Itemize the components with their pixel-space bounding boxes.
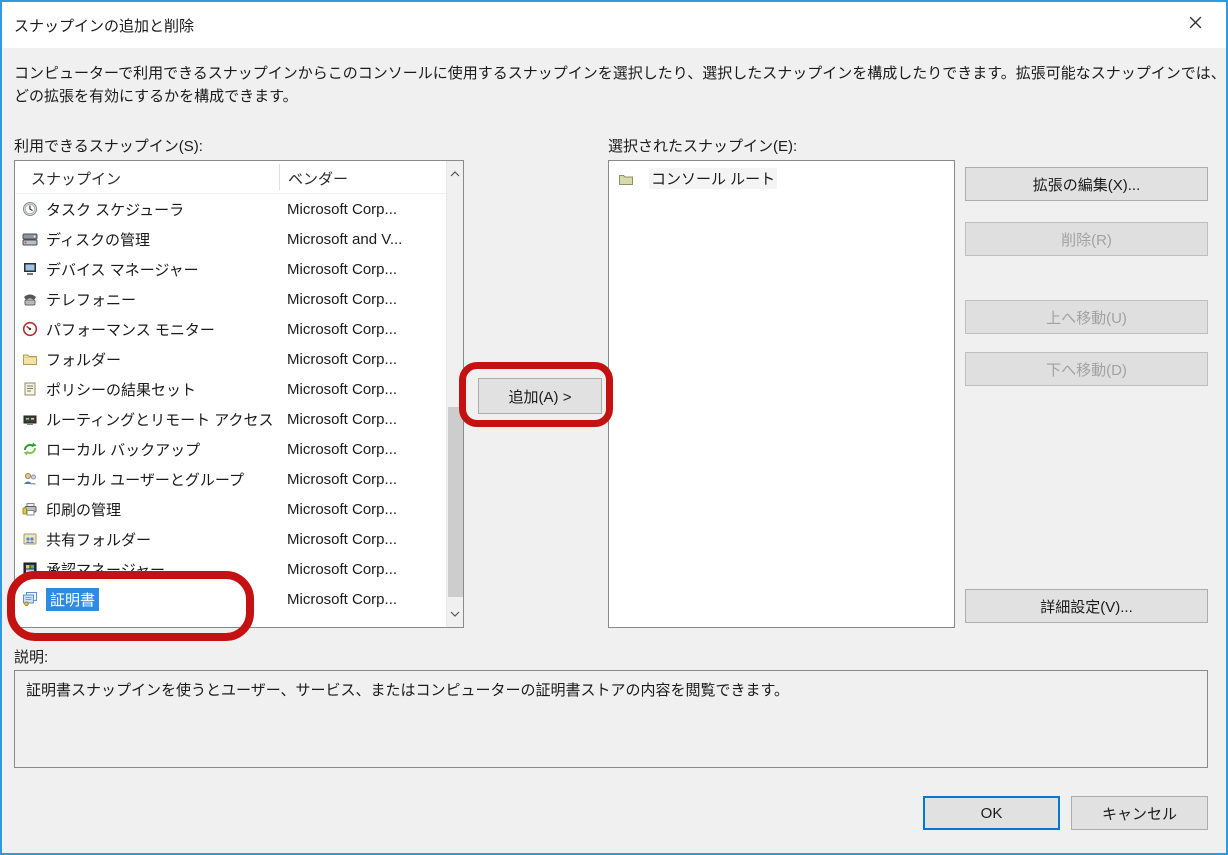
list-item-disk-management[interactable]: ディスクの管理 Microsoft and V... xyxy=(15,224,446,254)
users-icon xyxy=(22,471,40,487)
list-item-performance-monitor[interactable]: パフォーマンス モニター Microsoft Corp... xyxy=(15,314,446,344)
snapin-name: ローカル ユーザーとグループ xyxy=(46,469,244,490)
close-icon xyxy=(1188,15,1203,35)
snapin-vendor: Microsoft Corp... xyxy=(287,531,397,548)
clock-icon xyxy=(22,201,40,217)
list-item-authorization-manager[interactable]: 承認マネージャー Microsoft Corp... xyxy=(15,554,446,584)
remove-button: 削除(R) xyxy=(965,222,1208,256)
snapin-vendor: Microsoft Corp... xyxy=(287,201,397,218)
snapin-vendor: Microsoft Corp... xyxy=(287,471,397,488)
snapin-name-selected: 証明書 xyxy=(46,588,99,611)
snapin-name: フォルダー xyxy=(46,349,121,370)
list-item-shared-folders[interactable]: 共有フォルダー Microsoft Corp... xyxy=(15,524,446,554)
console-folder-icon xyxy=(618,171,636,187)
snapin-vendor: Microsoft and V... xyxy=(287,231,402,248)
description-label: 説明: xyxy=(14,646,48,667)
edit-extensions-button[interactable]: 拡張の編集(X)... xyxy=(965,167,1208,201)
snapin-name: パフォーマンス モニター xyxy=(46,319,215,340)
description-text: 証明書スナップインを使うとユーザー、サービス、またはコンピューターの証明書ストア… xyxy=(26,679,1196,700)
scrollbar-thumb[interactable] xyxy=(448,407,463,597)
add-button[interactable]: 追加(A) > xyxy=(478,378,602,414)
snapin-name: ルーティングとリモート アクセス xyxy=(46,409,274,430)
snapin-name: ポリシーの結果セット xyxy=(46,379,196,400)
dialog-title: スナップインの追加と削除 xyxy=(14,15,194,36)
available-snapins-label: 利用できるスナップイン(S): xyxy=(14,135,203,156)
selected-snapins-list[interactable]: コンソール ルート xyxy=(608,160,955,628)
list-item-task-scheduler[interactable]: タスク スケジューラ Microsoft Corp... xyxy=(15,194,446,224)
console-root-label: コンソール ルート xyxy=(649,168,777,189)
snapin-name: テレフォニー xyxy=(46,289,136,310)
left-list-scrollbar[interactable] xyxy=(446,161,463,627)
snapin-name: 承認マネージャー xyxy=(46,559,165,580)
list-item-folder[interactable]: フォルダー Microsoft Corp... xyxy=(15,344,446,374)
device-manager-icon xyxy=(22,261,40,277)
list-item-telephony[interactable]: テレフォニー Microsoft Corp... xyxy=(15,284,446,314)
cancel-button[interactable]: キャンセル xyxy=(1071,796,1208,830)
ok-button[interactable]: OK xyxy=(923,796,1060,830)
list-item-device-manager[interactable]: デバイス マネージャー Microsoft Corp... xyxy=(15,254,446,284)
list-rows: タスク スケジューラ Microsoft Corp... ディスクの管理 Mic… xyxy=(15,194,446,614)
snapin-vendor: Microsoft Corp... xyxy=(287,561,397,578)
list-item-resultant-set-of-policy[interactable]: ポリシーの結果セット Microsoft Corp... xyxy=(15,374,446,404)
folder-icon xyxy=(22,351,40,367)
authorization-icon xyxy=(22,561,40,577)
snapin-vendor: Microsoft Corp... xyxy=(287,501,397,518)
list-item-local-users-groups[interactable]: ローカル ユーザーとグループ Microsoft Corp... xyxy=(15,464,446,494)
scroll-up-arrow[interactable] xyxy=(447,161,463,187)
scroll-down-arrow[interactable] xyxy=(447,601,463,627)
list-item-certificates[interactable]: 証明書 Microsoft Corp... xyxy=(15,584,446,614)
add-remove-snapins-dialog: スナップインの追加と削除 コンピューターで利用できるスナップインからこのコンソー… xyxy=(0,0,1228,855)
move-down-button: 下へ移動(D) xyxy=(965,352,1208,386)
selected-snapins-label: 選択されたスナップイン(E): xyxy=(608,135,797,156)
disk-icon xyxy=(22,231,40,247)
title-bar[interactable]: スナップインの追加と削除 xyxy=(2,2,1226,48)
snapin-vendor: Microsoft Corp... xyxy=(287,261,397,278)
list-item-print-management[interactable]: 印刷の管理 Microsoft Corp... xyxy=(15,494,446,524)
list-item-routing-remote-access[interactable]: ルーティングとリモート アクセス Microsoft Corp... xyxy=(15,404,446,434)
printer-icon xyxy=(22,501,40,517)
close-button[interactable] xyxy=(1180,11,1210,39)
advanced-button[interactable]: 詳細設定(V)... xyxy=(965,589,1208,623)
certificate-icon xyxy=(22,591,40,607)
snapin-vendor: Microsoft Corp... xyxy=(287,591,397,608)
telephone-icon xyxy=(22,291,40,307)
column-header-vendor[interactable]: ベンダー xyxy=(288,168,348,189)
list-item-local-backup[interactable]: ローカル バックアップ Microsoft Corp... xyxy=(15,434,446,464)
policy-scroll-icon xyxy=(22,381,40,397)
snapin-name: タスク スケジューラ xyxy=(46,199,184,220)
snapin-name: ディスクの管理 xyxy=(46,229,150,250)
snapin-vendor: Microsoft Corp... xyxy=(287,291,397,308)
snapin-vendor: Microsoft Corp... xyxy=(287,321,397,338)
list-header: スナップイン ベンダー xyxy=(15,161,463,194)
column-header-snapin[interactable]: スナップイン xyxy=(31,168,121,189)
snapin-name: デバイス マネージャー xyxy=(46,259,199,280)
shared-folder-icon xyxy=(22,531,40,547)
list-item-console-root[interactable]: コンソール ルート xyxy=(609,161,954,196)
column-divider xyxy=(279,164,280,190)
snapin-vendor: Microsoft Corp... xyxy=(287,441,397,458)
routing-icon xyxy=(22,411,40,427)
dialog-description: コンピューターで利用できるスナップインからこのコンソールに使用するスナップインを… xyxy=(14,62,1226,108)
description-box: 証明書スナップインを使うとユーザー、サービス、またはコンピューターの証明書ストア… xyxy=(14,670,1208,768)
dialog-description-line1: コンピューターで利用できるスナップインからこのコンソールに使用するスナップインを… xyxy=(14,62,1226,85)
available-snapins-list[interactable]: スナップイン ベンダー タスク スケジューラ Microsoft Corp...… xyxy=(14,160,464,628)
snapin-vendor: Microsoft Corp... xyxy=(287,381,397,398)
snapin-name: 印刷の管理 xyxy=(46,499,121,520)
snapin-vendor: Microsoft Corp... xyxy=(287,351,397,368)
snapin-name: ローカル バックアップ xyxy=(46,439,200,460)
dialog-description-line2: どの拡張を有効にするかを構成できます。 xyxy=(14,85,1226,108)
snapin-vendor: Microsoft Corp... xyxy=(287,411,397,428)
snapin-name: 共有フォルダー xyxy=(46,529,151,550)
backup-arrows-icon xyxy=(22,441,40,457)
move-up-button: 上へ移動(U) xyxy=(965,300,1208,334)
performance-gauge-icon xyxy=(22,321,40,337)
